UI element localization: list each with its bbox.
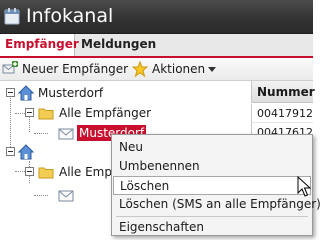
envelope-icon <box>58 128 74 140</box>
tree-connector <box>34 133 48 134</box>
home-icon <box>18 144 34 160</box>
tree-connector <box>10 91 11 151</box>
tree-connector <box>15 113 25 114</box>
menu-item-delete[interactable]: Löschen <box>113 176 311 195</box>
add-recipient-icon <box>2 61 18 74</box>
actions-button[interactable]: Aktionen <box>132 60 222 78</box>
menu-item-properties[interactable]: Eigenschaften <box>113 218 311 237</box>
tree-connector <box>15 171 25 172</box>
tab-empfaenger[interactable]: Empfänger <box>0 34 79 56</box>
menu-item-new[interactable]: Neu <box>113 138 311 157</box>
collapse-toggle[interactable] <box>25 167 34 176</box>
toolbar: Neuer Empfänger Aktionen <box>0 58 313 81</box>
mouse-cursor-icon <box>297 176 312 197</box>
folder-icon <box>38 108 54 120</box>
envelope-icon <box>58 190 74 202</box>
actions-label: Aktionen <box>152 62 206 76</box>
tree-node-all-recipients-2[interactable]: Alle Empf <box>59 164 116 180</box>
tab-meldungen[interactable]: Meldungen <box>76 34 161 56</box>
table-row[interactable]: 00417912 <box>251 104 313 123</box>
home-icon <box>18 85 34 101</box>
column-header-number[interactable]: Nummer <box>251 81 315 103</box>
collapse-toggle[interactable] <box>25 108 34 117</box>
tree-connector <box>34 195 48 196</box>
menu-item-delete-sms[interactable]: Löschen (SMS an alle Empfänger) <box>113 195 320 214</box>
title-bar: Infokanal <box>0 0 313 34</box>
app-title: Infokanal <box>26 5 114 27</box>
tree-node-all-recipients[interactable]: Alle Empfänger <box>59 105 151 121</box>
tree-node-root[interactable]: Musterdorf <box>38 85 103 101</box>
star-icon <box>132 61 148 77</box>
collapse-toggle[interactable] <box>6 88 15 97</box>
menu-item-rename[interactable]: Umbenennen <box>113 157 311 176</box>
chevron-down-icon <box>208 67 216 72</box>
tab-bar: Empfänger Meldungen <box>0 34 313 58</box>
folder-icon <box>38 167 54 179</box>
calendar-icon <box>4 8 20 25</box>
new-recipient-button[interactable]: Neuer Empfänger <box>2 60 128 78</box>
collapse-toggle[interactable] <box>6 147 15 156</box>
context-menu: Neu Umbenennen Löschen Löschen (SMS an a… <box>111 134 320 237</box>
menu-separator <box>116 216 308 217</box>
new-recipient-label: Neuer Empfänger <box>22 62 129 76</box>
